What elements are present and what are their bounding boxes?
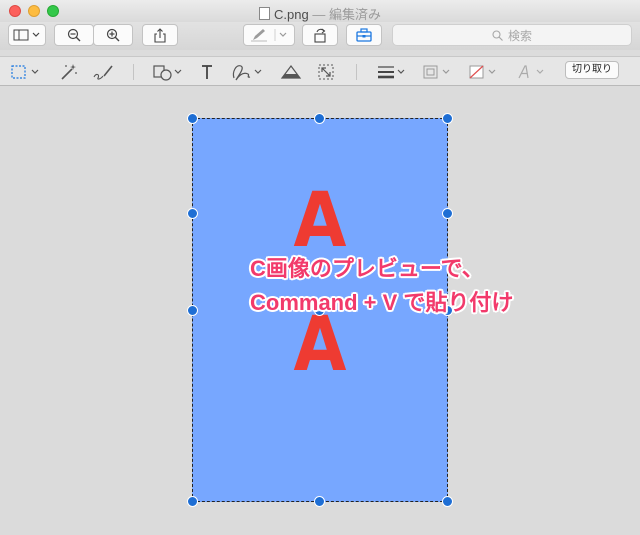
signature-icon	[232, 65, 262, 81]
png-file-icon	[259, 7, 271, 20]
search-icon	[492, 29, 503, 41]
zoom-out-button[interactable]	[54, 24, 94, 46]
zoom-in-icon	[106, 28, 120, 42]
border-color-icon	[423, 65, 450, 79]
search-field[interactable]: 検索	[392, 24, 632, 46]
line-style-tool[interactable]	[376, 61, 408, 83]
toolbar-divider	[356, 64, 357, 80]
toolbox-icon	[356, 28, 372, 42]
resize-handle-bottom[interactable]	[314, 496, 325, 507]
preview-window: C.png — 編集済み 検索 切り取り A A C画像のプレビューで、 Com…	[0, 0, 640, 535]
adjust-color-tool[interactable]	[280, 61, 302, 83]
annotation-line-2: Command + V で貼り付け	[250, 290, 514, 315]
toolbar-divider	[133, 64, 134, 80]
title-filename: C.png	[274, 7, 309, 22]
signature-tool[interactable]	[230, 61, 264, 83]
view-menu-button[interactable]	[8, 24, 46, 46]
shapes-tool[interactable]	[152, 61, 184, 83]
crop-button[interactable]: 切り取り	[565, 61, 619, 79]
rotate-icon	[314, 28, 326, 43]
zoom-in-button[interactable]	[93, 24, 133, 46]
title-separator: —	[312, 7, 326, 22]
title-status: 編集済み	[328, 7, 381, 22]
rotate-button[interactable]	[302, 24, 338, 46]
markup-pen-icon	[251, 29, 287, 42]
border-color-tool[interactable]	[422, 61, 454, 83]
fill-color-icon	[469, 65, 496, 79]
share-icon	[154, 27, 166, 43]
text-icon	[202, 65, 212, 79]
line-style-icon	[378, 66, 405, 79]
resize-handle-top[interactable]	[314, 113, 325, 124]
resize-handle-left-upper[interactable]	[187, 208, 198, 219]
fill-color-tool[interactable]	[468, 61, 500, 83]
adjust-size-tool[interactable]	[317, 61, 335, 83]
window-title: C.png — 編集済み	[0, 4, 640, 23]
adjust-size-icon	[318, 64, 334, 80]
resize-handle-bottom-left[interactable]	[187, 496, 198, 507]
resize-handle-top-right[interactable]	[442, 113, 453, 124]
sketch-tool[interactable]	[92, 61, 114, 83]
resize-handle-right-upper[interactable]	[442, 208, 453, 219]
text-style-tool[interactable]	[516, 61, 548, 83]
font-icon	[518, 65, 544, 79]
magic-wand-icon	[61, 64, 77, 80]
title-bar[interactable]: C.png — 編集済み	[0, 0, 640, 22]
resize-handle-left[interactable]	[187, 305, 198, 316]
sketch-icon	[93, 65, 113, 80]
markup-button[interactable]	[243, 24, 295, 46]
shapes-icon	[153, 65, 182, 81]
resize-handle-top-left[interactable]	[187, 113, 198, 124]
instant-alpha-tool[interactable]	[58, 61, 78, 83]
share-button[interactable]	[142, 24, 178, 46]
selection-tool[interactable]	[10, 61, 42, 83]
sidebar-icon	[13, 29, 40, 41]
annotation-line-1: C画像のプレビューで、	[250, 256, 484, 281]
resize-handle-bottom-right[interactable]	[442, 496, 453, 507]
rect-selection-icon	[11, 65, 39, 79]
show-markup-toolbar-button[interactable]	[346, 24, 382, 46]
search-placeholder: 検索	[507, 28, 532, 43]
text-tool[interactable]	[200, 61, 214, 83]
adjust-color-icon	[280, 65, 302, 79]
zoom-out-icon	[67, 28, 81, 42]
